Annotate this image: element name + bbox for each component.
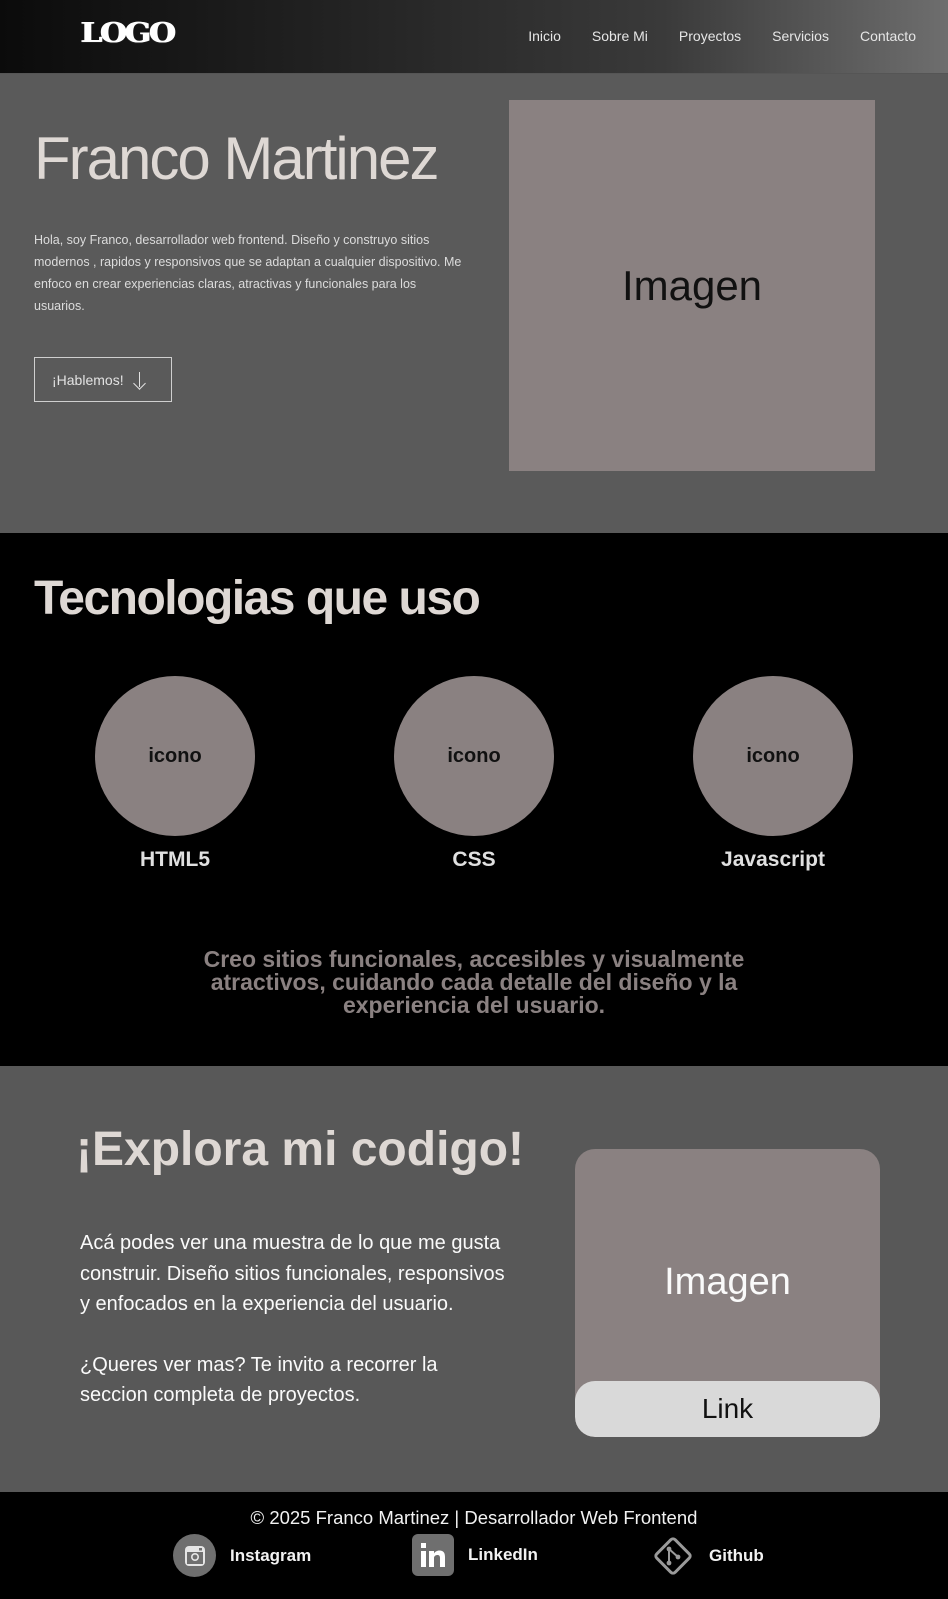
css-icon: icono [394, 676, 554, 836]
explore-title: ¡Explora mi codigo! [76, 1123, 525, 1176]
arrow-down-icon [134, 371, 146, 388]
copyright: © 2025 Franco Martinez | Desarrollador W… [250, 1507, 698, 1528]
nav-link-inicio[interactable]: Inicio [528, 28, 561, 44]
project-card: Imagen Link [575, 1149, 880, 1437]
html5-icon: icono [95, 676, 255, 836]
hero-description: Hola, soy Franco, desarrollador web fron… [34, 233, 462, 313]
explore-section: ¡Explora mi codigo! Acá podes ver una mu… [0, 1066, 948, 1492]
technologies-title: Tecnologias que uso [34, 572, 481, 625]
nav-links: Inicio Sobre Mi Proyectos Servicios Cont… [497, 28, 916, 44]
tech-label: Javascript [721, 848, 825, 871]
hero-image-placeholder: Imagen [509, 100, 875, 471]
nav-link-servicios[interactable]: Servicios [772, 28, 829, 44]
contact-button-label: ¡Hablemos! [52, 371, 124, 388]
project-link-button[interactable]: Link [575, 1381, 880, 1437]
project-image-placeholder: Imagen [664, 1261, 791, 1303]
linkedin-icon [412, 1534, 454, 1576]
hero-section: Franco Martinez Hola, soy Franco, desarr… [0, 74, 948, 533]
tech-item-javascript: icono Javascript [673, 676, 873, 872]
instagram-icon [173, 1534, 216, 1577]
tech-label: CSS [452, 848, 496, 871]
tech-item-html5: icono HTML5 [75, 676, 275, 872]
hero-title: Franco Martinez [34, 125, 439, 192]
social-link-linkedin[interactable]: LinkedIn [412, 1534, 538, 1576]
explore-description: Acá podes ver una muestra de lo que me g… [80, 1228, 510, 1411]
javascript-icon: icono [693, 676, 853, 836]
git-icon [651, 1534, 695, 1578]
social-label: Instagram [230, 1545, 312, 1565]
technologies-section: Tecnologias que uso icono HTML5 icono CS… [0, 533, 948, 1066]
tech-item-css: icono CSS [374, 676, 574, 872]
social-label: Github [709, 1546, 764, 1565]
social-label: LinkedIn [468, 1545, 538, 1564]
nav-link-sobre-mi[interactable]: Sobre Mi [592, 28, 648, 44]
explore-paragraph-1: Acá podes ver una muestra de lo que me g… [80, 1232, 505, 1315]
top-navbar: LOGO Inicio Sobre Mi Proyectos Servicios… [0, 0, 948, 74]
tech-quote: Creo sitios funcionales, accesibles y vi… [203, 946, 745, 1018]
footer: © 2025 Franco Martinez | Desarrollador W… [0, 1492, 948, 1599]
social-link-instagram[interactable]: Instagram [173, 1534, 311, 1577]
social-link-github[interactable]: Github [651, 1534, 764, 1578]
explore-paragraph-2: ¿Queres ver mas? Te invito a recorrer la… [80, 1353, 438, 1407]
nav-link-contacto[interactable]: Contacto [860, 28, 916, 44]
contact-button[interactable]: ¡Hablemos! [34, 357, 172, 402]
logo[interactable]: LOGO [80, 18, 176, 49]
tech-label: HTML5 [140, 848, 210, 871]
nav-link-proyectos[interactable]: Proyectos [679, 28, 741, 44]
